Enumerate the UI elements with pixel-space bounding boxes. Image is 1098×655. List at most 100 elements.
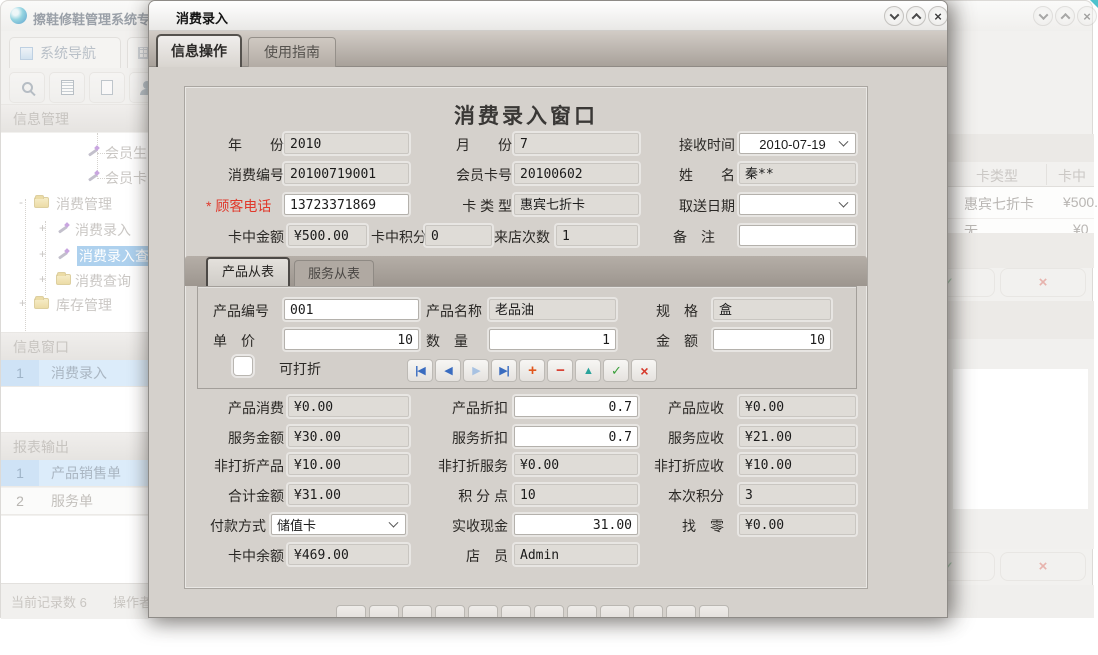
product-name-label: 产品名称 <box>426 303 482 319</box>
bottom-button[interactable] <box>600 605 630 618</box>
cancel-button-background[interactable]: × <box>1000 552 1086 581</box>
main-close-button[interactable]: × <box>1077 6 1097 26</box>
name-label: 姓 名 <box>679 167 735 183</box>
discountable-label: 可打折 <box>279 361 321 377</box>
tree-item-member-card-expiry[interactable]: 会员卡到 <box>1 165 149 189</box>
bottom-button[interactable] <box>699 605 729 618</box>
tree-expander[interactable]: - <box>19 195 23 209</box>
tab-system-nav[interactable]: 系统导航 <box>9 37 121 68</box>
tab-info-operation[interactable]: 信息操作 <box>156 34 242 67</box>
nav-next-button[interactable]: ▶ <box>463 359 489 382</box>
dialog-close-button[interactable]: × <box>928 6 948 26</box>
receive-time-value: 2010-07-19 <box>745 136 840 153</box>
bottom-button[interactable] <box>468 605 498 618</box>
close-icon: × <box>1083 10 1091 23</box>
tree-item-consume-query[interactable]: + 消费查询 <box>1 268 149 292</box>
product-code-input[interactable]: 001 <box>284 299 419 320</box>
service-discount-input[interactable]: 0.7 <box>514 426 638 447</box>
app-logo-icon <box>10 7 27 24</box>
info-window-row[interactable]: 1 消费录入 <box>1 360 149 387</box>
payment-method-label: 付款方式 <box>191 518 266 534</box>
main-minimize-button[interactable] <box>1033 6 1053 26</box>
change-field: ¥0.00 <box>739 514 856 535</box>
nav-delete-button[interactable]: − <box>547 359 573 382</box>
product-due-field: ¥0.00 <box>739 396 856 417</box>
discountable-checkbox[interactable] <box>233 356 253 376</box>
remark-input[interactable] <box>739 225 856 246</box>
report-row-product-sales[interactable]: 1 产品销售单 <box>1 460 149 487</box>
nondiscount-product-field: ¥10.00 <box>288 454 409 475</box>
card-type-label: 卡 类 型 <box>456 198 512 214</box>
member-card-field: 20100602 <box>514 163 639 184</box>
tree-item-consume-entry[interactable]: + 消费录入 <box>1 217 149 241</box>
product-discount-input[interactable]: 0.7 <box>514 396 638 417</box>
unit-price-input[interactable]: 10 <box>284 329 419 350</box>
bottom-button[interactable] <box>336 605 366 618</box>
nav-edit-button[interactable]: ▲ <box>575 359 601 382</box>
status-bar: 当前记录数 6 操作者 <box>1 583 149 619</box>
nav-post-button[interactable]: ✓ <box>603 359 629 382</box>
chevron-up-icon <box>911 12 921 22</box>
tree-item-member-birthday[interactable]: 会员生日 <box>1 140 149 164</box>
tree-item-inventory-mgmt[interactable]: + 库存管理 <box>1 292 149 316</box>
dialog-maximize-button[interactable] <box>906 6 926 26</box>
search-toolbar-button[interactable] <box>9 72 45 103</box>
screen: 擦鞋修鞋管理系统专业 × 系统导航 信 信息管理 会员生日 <box>0 0 1098 655</box>
chevron-down-icon <box>839 198 849 208</box>
bottom-button[interactable] <box>369 605 399 618</box>
cell-card-amount: ¥0 <box>1073 221 1089 233</box>
column-header-card-type: 卡类型 <box>948 166 1046 186</box>
dialog-minimize-button[interactable] <box>884 6 904 26</box>
card-amount-field: ¥500.00 <box>288 225 367 246</box>
bottom-button[interactable] <box>435 605 465 618</box>
tab-usage-guide[interactable]: 使用指南 <box>248 37 336 67</box>
payment-method-value: 储值卡 <box>277 517 390 534</box>
nav-insert-button[interactable]: + <box>519 359 545 382</box>
tree-expander[interactable]: + <box>39 247 46 261</box>
row-label: 产品销售单 <box>51 460 121 487</box>
chevron-down-icon <box>1038 10 1048 20</box>
bottom-button[interactable] <box>567 605 597 618</box>
nondiscount-product-label: 非打折产品 <box>191 458 284 474</box>
bottom-button[interactable] <box>501 605 531 618</box>
nav-prev-button[interactable]: ◀ <box>435 359 461 382</box>
month-field: 7 <box>514 133 639 154</box>
nav-cancel-button[interactable]: × <box>631 359 657 382</box>
bottom-button[interactable] <box>534 605 564 618</box>
bottom-button[interactable] <box>666 605 696 618</box>
phone-input[interactable]: 13723371869 <box>284 194 409 215</box>
nav-last-button[interactable]: ▶| <box>491 359 517 382</box>
year-label: 年 份 <box>211 137 284 153</box>
tab-service-detail[interactable]: 服务从表 <box>294 260 374 286</box>
phone-label: * 顾客电话 <box>206 198 271 214</box>
tree-item-consume-entry-query[interactable]: + 消费录入查询 <box>1 243 149 267</box>
tree-expander[interactable]: + <box>19 296 26 310</box>
bottom-button[interactable] <box>633 605 663 618</box>
tab-product-detail[interactable]: 产品从表 <box>206 257 290 286</box>
pickup-date-combobox[interactable] <box>739 194 856 215</box>
report-toolbar-button[interactable] <box>49 72 85 103</box>
consume-no-label: 消费编号 <box>211 167 284 183</box>
nav-first-button[interactable]: |◀ <box>407 359 433 382</box>
folder-icon <box>34 298 49 309</box>
name-field: 秦** <box>739 163 856 184</box>
cancel-button-background[interactable]: × <box>1000 268 1086 297</box>
card-points-field: 0 <box>425 225 492 246</box>
visit-count-field: 1 <box>556 225 638 246</box>
record-count: 当前记录数 6 <box>11 592 87 611</box>
row-number: 2 <box>1 488 39 514</box>
payment-method-combobox[interactable]: 储值卡 <box>271 514 406 535</box>
bottom-button[interactable] <box>402 605 432 618</box>
main-maximize-button[interactable] <box>1055 6 1075 26</box>
tree-expander[interactable]: + <box>39 221 46 235</box>
quantity-input[interactable]: 1 <box>489 329 616 350</box>
receive-time-combobox[interactable]: 2010-07-19 <box>739 133 856 154</box>
new-doc-toolbar-button[interactable] <box>89 72 125 103</box>
tree-expander[interactable]: + <box>39 272 46 286</box>
card-amount-label: 卡中金额 <box>211 229 284 245</box>
tree-item-consume-mgmt[interactable]: - 消费管理 <box>1 191 149 215</box>
sidebar-header-reports: 报表输出 <box>1 432 149 460</box>
cash-received-input[interactable]: 31.00 <box>514 514 638 535</box>
quantity-label: 数 量 <box>426 333 468 349</box>
report-row-service[interactable]: 2 服务单 <box>1 488 149 515</box>
